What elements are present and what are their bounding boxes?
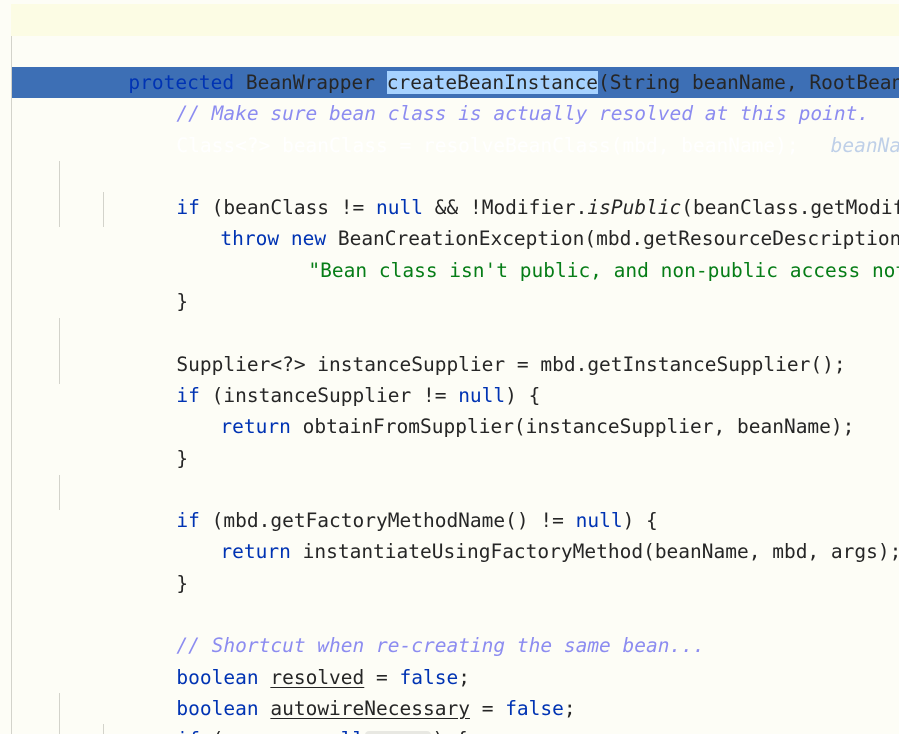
code-line-12[interactable]: return obtainFromSupplier(instanceSuppli…: [0, 349, 854, 438]
code-line-24-clipped[interactable]: if (mbd.resolvedConstructorOrFactoryMeth…: [0, 724, 887, 734]
code-line-17[interactable]: }: [0, 505, 188, 595]
code-line-22[interactable]: if (args == null= true) {: [0, 662, 468, 734]
code-line-15[interactable]: if (mbd.getFactoryMethodName() != null) …: [0, 443, 657, 532]
code-line-6[interactable]: throw new BeanCreationException(mbd.getR…: [0, 161, 899, 250]
call-obtain-from-supplier: obtainFromSupplier(instanceSupplier, bea…: [290, 415, 855, 439]
call-instantiate-using-factory-method: instantiateUsingFactoryMethod(beanName, …: [290, 540, 899, 564]
code-line-13[interactable]: }: [0, 380, 188, 470]
keyword-return-2: return: [220, 540, 291, 564]
code-line-21[interactable]: boolean autowireNecessary = false;: [0, 630, 575, 720]
code-line-8[interactable]: }: [0, 224, 188, 313]
code-line-5[interactable]: if (beanClass != null && !Modifier.isPub…: [0, 130, 899, 219]
keyword-return-1: return: [220, 415, 291, 439]
code-line-7[interactable]: "Bean class isn't public, and non-public…: [0, 192, 899, 282]
code-line-19[interactable]: // Shortcut when re-creating the same be…: [0, 568, 704, 657]
code-line-1[interactable]: protected BeanWrapper createBeanInstance…: [0, 4, 899, 94]
string-literal-bean-class-not-public: "Bean class isn't public, and non-public…: [308, 258, 899, 282]
code-line-2[interactable]: // Make sure bean class is actually reso…: [0, 36, 869, 125]
code-line-16[interactable]: return instantiateUsingFactoryMethod(bea…: [0, 474, 899, 563]
code-line-23[interactable]: synchronized (mbd.constructorArgumentLoc…: [0, 693, 737, 724]
code-line-20[interactable]: boolean resolved = false;: [0, 599, 470, 689]
code-line-11[interactable]: if (instanceSupplier != null) {: [0, 317, 540, 407]
code-line-3-execution-point[interactable]: Class<?> beanClass = resolveBeanClass(mb…: [0, 67, 899, 157]
code-editor[interactable]: protected BeanWrapper createBeanInstance…: [0, 0, 899, 734]
code-line-10[interactable]: Supplier<?> instanceSupplier = mbd.getIn…: [0, 286, 845, 376]
